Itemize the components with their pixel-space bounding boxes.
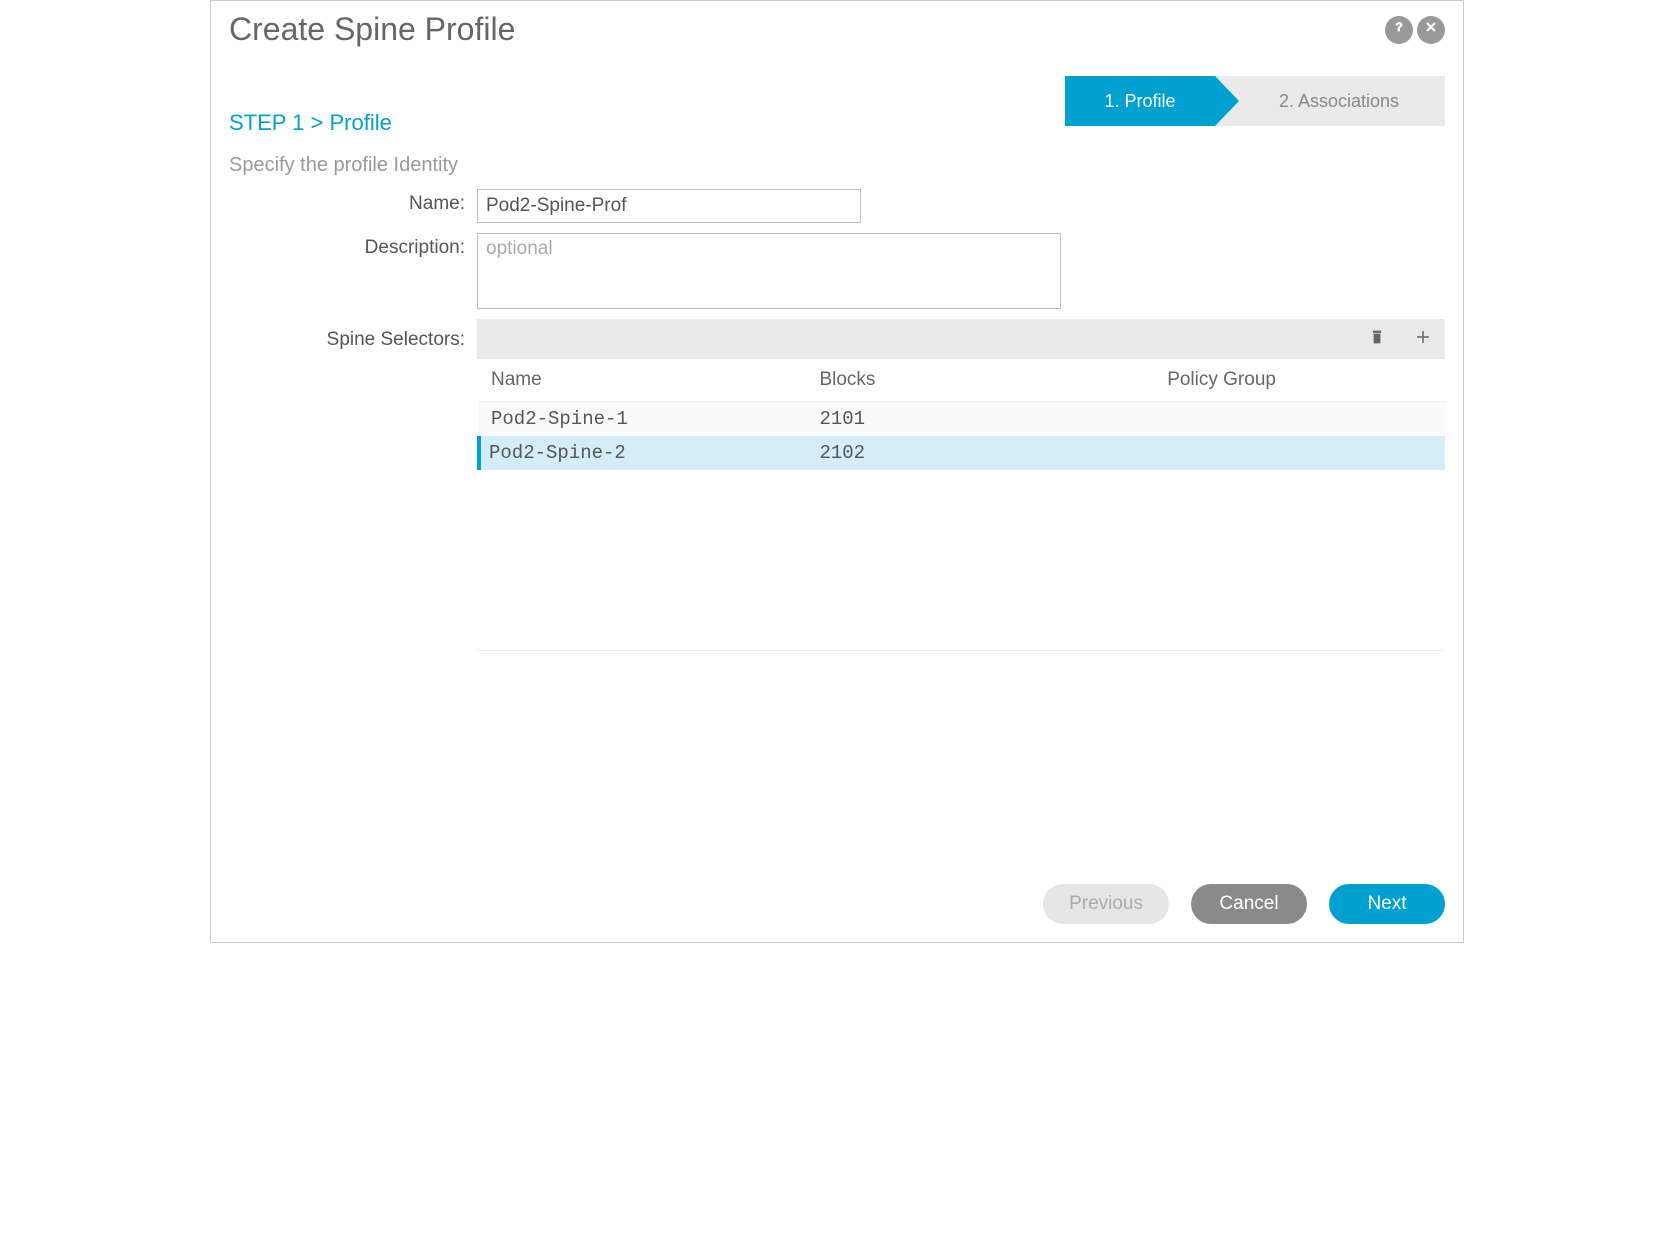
plus-icon xyxy=(1414,328,1432,351)
create-spine-profile-dialog: Create Spine Profile ? 1. Profile 2. Ass… xyxy=(210,0,1464,943)
table-row[interactable]: Pod2-Spine-2 2102 xyxy=(479,436,1445,470)
dialog-footer: Previous Cancel Next xyxy=(229,866,1445,924)
form-area: Name: Description: Spine Selectors: xyxy=(229,189,1445,651)
delete-selector-button[interactable] xyxy=(1367,329,1387,349)
add-selector-button[interactable] xyxy=(1413,329,1433,349)
trash-icon xyxy=(1368,328,1386,351)
cell-blocks: 2101 xyxy=(807,402,1155,437)
description-input[interactable] xyxy=(477,233,1061,309)
previous-button[interactable]: Previous xyxy=(1043,884,1169,924)
wizard-step-profile[interactable]: 1. Profile xyxy=(1065,76,1215,126)
svg-text:?: ? xyxy=(1395,20,1402,34)
header-icons: ? xyxy=(1385,16,1445,44)
next-button[interactable]: Next xyxy=(1329,884,1445,924)
dialog-header: Create Spine Profile ? xyxy=(229,11,1445,48)
col-header-policy-group[interactable]: Policy Group xyxy=(1155,359,1445,402)
close-button[interactable] xyxy=(1417,16,1445,44)
selectors-table: Name Blocks Policy Group Pod2-Spine-1 21… xyxy=(477,359,1445,470)
col-header-name[interactable]: Name xyxy=(479,359,807,402)
wizard-step-associations-label: 2. Associations xyxy=(1279,91,1399,112)
name-label: Name: xyxy=(229,189,477,215)
subheading: Specify the profile Identity xyxy=(229,154,1445,177)
name-input[interactable] xyxy=(477,189,861,223)
selectors-table-wrap: Name Blocks Policy Group Pod2-Spine-1 21… xyxy=(477,359,1445,470)
wizard-step-associations[interactable]: 2. Associations xyxy=(1215,76,1445,126)
help-button[interactable]: ? xyxy=(1385,16,1413,44)
col-header-blocks[interactable]: Blocks xyxy=(807,359,1155,402)
cell-name: Pod2-Spine-1 xyxy=(479,402,807,437)
wizard-step-profile-label: 1. Profile xyxy=(1104,91,1175,112)
help-icon: ? xyxy=(1391,19,1407,40)
close-icon xyxy=(1423,19,1439,40)
selectors-toolbar xyxy=(477,319,1445,359)
cell-name: Pod2-Spine-2 xyxy=(479,436,807,470)
dialog-title: Create Spine Profile xyxy=(229,11,515,48)
table-row[interactable]: Pod2-Spine-1 2101 xyxy=(479,402,1445,437)
cell-policy-group xyxy=(1155,402,1445,437)
cell-blocks: 2102 xyxy=(807,436,1155,470)
section-divider xyxy=(477,650,1445,651)
cell-policy-group xyxy=(1155,436,1445,470)
cancel-button[interactable]: Cancel xyxy=(1191,884,1307,924)
spine-selectors-label: Spine Selectors: xyxy=(229,319,477,351)
description-label: Description: xyxy=(229,233,477,259)
